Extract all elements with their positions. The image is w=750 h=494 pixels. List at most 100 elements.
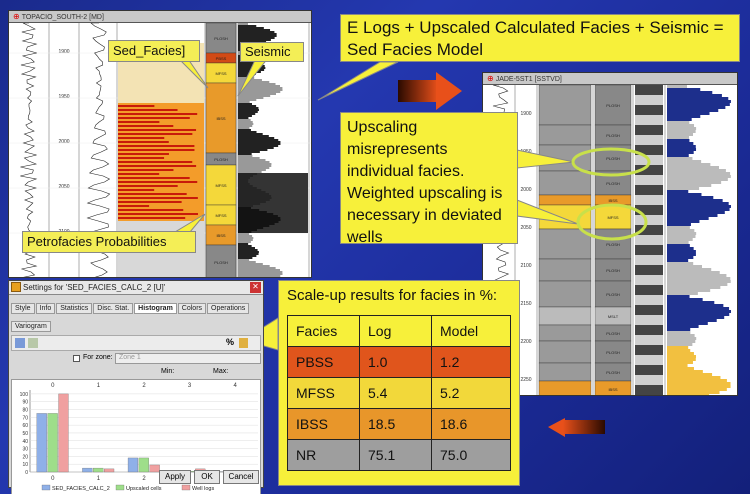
seismic-trace (238, 93, 277, 95)
right-log-window[interactable]: ⊕ JADE-5ST1 [SSTVD] 1900 1950 2000 2050 2100 2… (482, 72, 738, 396)
model-trace (667, 157, 693, 160)
model-trace (667, 340, 696, 343)
dialog-titlebar: Settings for 'SED_FACIES_CALC_2 [U]' ✕ (9, 281, 263, 295)
facies-label: PLOSH (214, 157, 228, 162)
model-trace (667, 205, 731, 208)
ok-button[interactable]: OK (194, 470, 220, 484)
tab-disc-stat-[interactable]: Disc. Stat. (93, 303, 134, 314)
seismic-trace (635, 345, 663, 350)
settings-dialog[interactable]: Settings for 'SED_FACIES_CALC_2 [U]' ✕ S… (8, 280, 264, 494)
facies-label: IBSS (608, 387, 617, 392)
cancel-button[interactable]: Cancel (223, 470, 259, 484)
cell-facies: MFSS (287, 377, 360, 409)
zone-select[interactable]: Zone 1 (115, 353, 261, 364)
well-icon: ⊕ (13, 12, 20, 21)
facies-block (538, 124, 592, 146)
seismic-trace (238, 149, 268, 151)
facies-block (538, 144, 592, 172)
seismic-trace (238, 131, 257, 133)
facies-label: PLOSH (606, 292, 620, 297)
x-tick-label: 0 (51, 476, 55, 482)
model-trace (667, 151, 694, 154)
seismic-trace (238, 69, 265, 71)
table-row: NR 75.1 75.0 (287, 439, 511, 471)
y-tick-label: 80 (22, 408, 28, 414)
model-trace (667, 184, 712, 187)
seismic-trace (238, 241, 251, 243)
seismic-trace (635, 260, 663, 265)
model-trace (667, 100, 731, 103)
tab-style[interactable]: Style (11, 303, 35, 314)
model-trace (667, 148, 697, 151)
seismic-trace (635, 95, 663, 100)
model-trace (667, 334, 695, 337)
seismic-trace (238, 67, 266, 69)
seismic-trace (238, 255, 257, 257)
seismic-trace (238, 39, 271, 41)
bar-0-1 (47, 413, 58, 473)
seismic-trace (238, 243, 249, 245)
legend-label: Well logs (192, 486, 214, 492)
facies-label: PLOSH (606, 103, 620, 108)
model-trace (667, 304, 724, 307)
zone-checkbox[interactable] (73, 355, 80, 362)
tab-statistics[interactable]: Statistics (56, 303, 93, 314)
seismic-trace (635, 335, 663, 340)
facies-block (538, 194, 592, 206)
x-top-tick-label: 3 (188, 383, 192, 389)
seismic-trace (635, 90, 663, 95)
model-trace (667, 277, 731, 280)
apply-button[interactable]: Apply (159, 470, 191, 484)
tab-colors[interactable]: Colors (177, 303, 207, 314)
seismic-trace (635, 315, 663, 320)
facies-block (538, 228, 592, 260)
y-tick-label: 20 (22, 454, 28, 460)
headline-callout-tail (317, 61, 399, 101)
model-trace (667, 103, 730, 106)
seismic-trace (635, 350, 663, 355)
depth-tick-label: 2250 (520, 377, 531, 383)
table-row: PBSS 1.0 1.2 (287, 346, 511, 378)
probability-stripe (118, 193, 187, 195)
model-trace (667, 382, 731, 385)
seismic-trace (635, 200, 663, 205)
model-trace (667, 136, 690, 139)
table-icon[interactable] (28, 338, 38, 348)
seismic-trace (635, 305, 663, 310)
model-trace (667, 145, 696, 148)
seismic-trace (635, 325, 663, 330)
model-trace (667, 85, 687, 88)
close-icon[interactable]: ✕ (250, 282, 261, 293)
model-trace (667, 247, 694, 250)
left-arrow-icon (548, 418, 605, 437)
seismic-trace (635, 160, 663, 165)
model-trace (667, 280, 731, 283)
bar-2-0 (127, 457, 139, 473)
seismic-trace (635, 355, 663, 360)
seismic-trace (238, 165, 272, 167)
seismic-trace (238, 89, 283, 91)
model-trace (667, 316, 725, 319)
seismic-trace (238, 33, 277, 35)
model-trace (667, 88, 701, 91)
model-trace (667, 262, 694, 265)
tab-info[interactable]: Info (35, 303, 56, 314)
model-trace (667, 325, 699, 328)
probability-stripe (118, 153, 169, 155)
model-trace (667, 313, 730, 316)
seismic-trace (238, 117, 249, 119)
model-trace (667, 370, 703, 373)
seismic-trace (238, 267, 276, 269)
tab-histogram[interactable]: Histogram (134, 303, 177, 314)
histogram-icon[interactable] (15, 338, 25, 348)
facies-label: PLOSH (214, 260, 228, 265)
seismic-trace (238, 253, 259, 255)
percent-icon[interactable]: % (226, 337, 234, 347)
probability-stripe (118, 161, 193, 163)
seismic-trace (635, 235, 663, 240)
seismic-trace (238, 83, 276, 85)
tab-operations[interactable]: Operations (207, 303, 250, 314)
tab-variogram[interactable]: Variogram (11, 321, 51, 332)
seismic-trace (238, 95, 271, 97)
chart-icon[interactable] (239, 338, 248, 348)
